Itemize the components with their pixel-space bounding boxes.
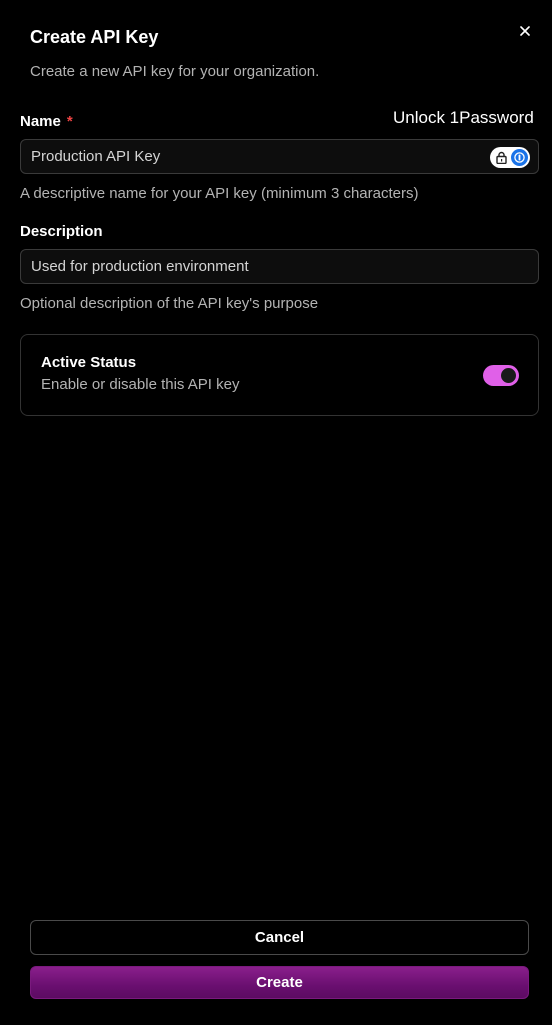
name-label-text: Name bbox=[20, 113, 61, 130]
lock-icon bbox=[496, 151, 507, 164]
cancel-button[interactable]: Cancel bbox=[30, 920, 529, 955]
description-help-text: Optional description of the API key's pu… bbox=[20, 295, 319, 312]
name-help-text: A descriptive name for your API key (min… bbox=[20, 185, 419, 202]
close-icon bbox=[520, 26, 530, 36]
dialog-title: Create API Key bbox=[30, 27, 159, 47]
description-input-value: Used for production environment bbox=[31, 258, 249, 275]
password-manager-badge[interactable] bbox=[490, 147, 530, 168]
active-status-toggle[interactable] bbox=[483, 365, 519, 386]
name-label: Name * bbox=[20, 113, 73, 130]
toggle-knob bbox=[501, 368, 516, 383]
create-api-key-dialog: Create API Key Create a new API key for … bbox=[0, 0, 552, 1025]
active-status-description: Enable or disable this API key bbox=[41, 376, 240, 393]
description-input[interactable]: Used for production environment bbox=[20, 249, 539, 284]
active-status-card: Active Status Enable or disable this API… bbox=[20, 334, 539, 416]
active-status-title: Active Status bbox=[41, 354, 137, 371]
required-mark: * bbox=[66, 113, 73, 130]
password-manager-hint[interactable]: Unlock 1Password bbox=[393, 108, 534, 128]
description-label: Description bbox=[20, 223, 103, 240]
dialog-subtitle: Create a new API key for your organizati… bbox=[30, 63, 320, 80]
create-button[interactable]: Create bbox=[30, 966, 529, 999]
onepassword-icon bbox=[511, 149, 528, 166]
name-input-value: Production API Key bbox=[31, 148, 161, 165]
close-button[interactable] bbox=[516, 22, 534, 40]
name-input[interactable]: Production API Key bbox=[20, 139, 539, 174]
